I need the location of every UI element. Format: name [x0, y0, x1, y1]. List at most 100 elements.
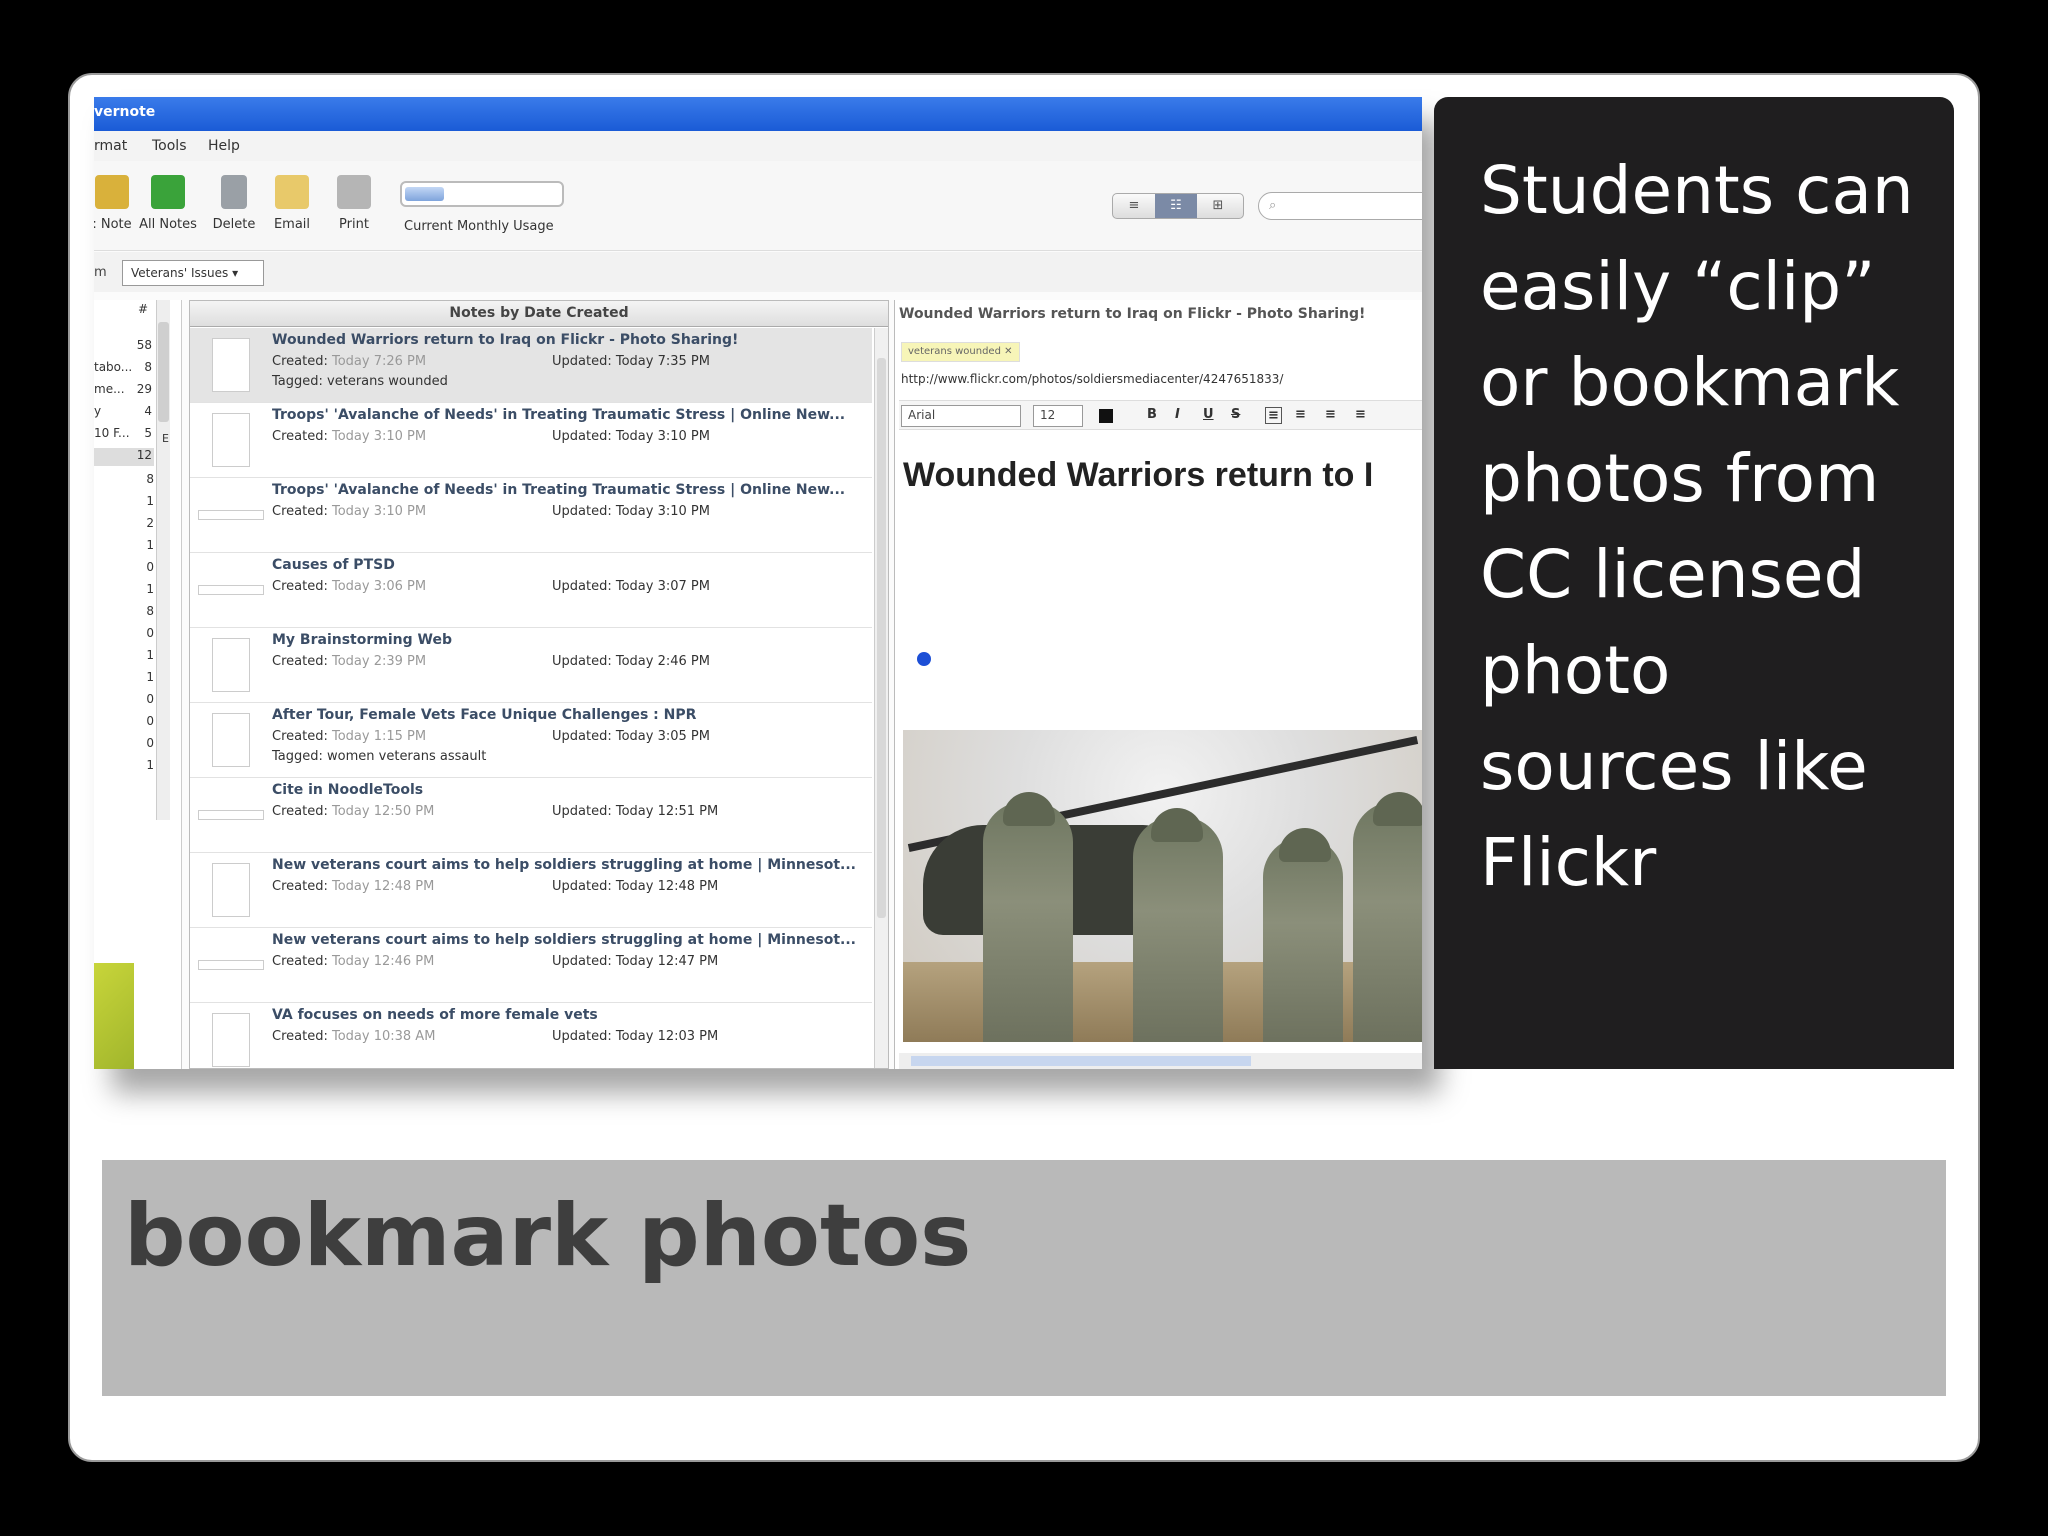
new-note-button[interactable]: : Note — [94, 175, 142, 232]
menu-format[interactable]: rmat — [94, 138, 127, 154]
underline-button[interactable]: U — [1203, 407, 1214, 422]
trash-icon — [221, 175, 247, 209]
align-left-button[interactable]: ≡ — [1265, 407, 1282, 424]
notebook-scrollbar[interactable] — [156, 300, 170, 820]
note-row[interactable]: Causes of PTSD Created: Today 3:06 PM Upda… — [190, 553, 872, 628]
tag-count: 1 — [146, 648, 154, 662]
notebook-row[interactable]: 58 — [94, 338, 154, 356]
tag-count: 1 — [146, 582, 154, 596]
font-select[interactable]: Arial — [901, 405, 1021, 427]
notes-scroll-thumb[interactable] — [877, 358, 886, 918]
print-button[interactable]: Print — [324, 175, 384, 232]
note-row[interactable]: Troops' 'Avalanche of Needs' in Treating… — [190, 403, 872, 478]
note-row[interactable]: New veterans court aims to help soldiers… — [190, 853, 872, 928]
note-title: New veterans court aims to help soldiers… — [272, 857, 856, 873]
toolbar: : Note All Notes Delete Email Print Curr… — [94, 161, 1422, 251]
notes-scrollbar[interactable] — [874, 328, 888, 1068]
notebook-row[interactable]: y4 — [94, 404, 154, 422]
detail-hscrollbar[interactable] — [899, 1053, 1422, 1069]
search-input[interactable]: ⌕ — [1258, 192, 1422, 220]
note-thumbnail — [198, 960, 264, 970]
strike-button[interactable]: S — [1231, 407, 1240, 422]
note-updated: Updated: Today 3:10 PM — [552, 504, 710, 519]
notebook-row[interactable]: tabo... 8 — [94, 360, 154, 378]
soldier-figure — [983, 802, 1073, 1042]
note-updated: Updated: Today 3:05 PM — [552, 729, 710, 744]
note-created: Created: Today 1:15 PM — [272, 729, 427, 744]
note-updated: Updated: Today 7:35 PM — [552, 354, 710, 369]
soldier-figure — [1263, 837, 1343, 1042]
column-sort-icon: # — [138, 302, 149, 316]
callout-text: Students can easily “clip” or bookmark p… — [1480, 152, 1914, 901]
notebook-select[interactable]: Veterans' Issues ▾ — [122, 260, 264, 286]
note-row[interactable]: Troops' 'Avalanche of Needs' in Treating… — [190, 478, 872, 553]
note-updated: Updated: Today 12:47 PM — [552, 954, 719, 969]
thumbnail-view-button[interactable]: ⊞ — [1197, 194, 1239, 218]
notebook-column: # 58 tabo... 8 me... 29 y4 10 F... 5 12 8 1… — [94, 300, 182, 1069]
tag-count: 1 — [146, 670, 154, 684]
note-title: After Tour, Female Vets Face Unique Chal… — [272, 707, 697, 723]
notebook-scroll-thumb[interactable] — [158, 322, 169, 422]
note-row[interactable]: My Brainstorming Web Created: Today 2:39 … — [190, 628, 872, 703]
note-row[interactable]: Wounded Warriors return to Iraq on Flick… — [190, 328, 872, 403]
note-created: Created: Today 12:46 PM — [272, 954, 435, 969]
notebook-row[interactable]: me... 29 — [94, 382, 154, 400]
callout-panel: Students can easily “clip” or bookmark p… — [1434, 97, 1954, 1069]
note-updated: Updated: Today 12:51 PM — [552, 804, 719, 819]
notes-list: Notes by Date Created Wounded Warriors r… — [189, 300, 889, 1069]
tag-count: 1 — [146, 538, 154, 552]
note-created: Created: Today 7:26 PM — [272, 354, 427, 369]
note-thumbnail — [212, 638, 250, 692]
tag-count: 0 — [146, 692, 154, 706]
note-row[interactable]: Cite in NoodleTools Created: Today 12:50 … — [190, 778, 872, 853]
ad-thumbnail-image — [94, 963, 134, 1069]
note-thumbnail — [212, 1013, 250, 1067]
usage-label: Current Monthly Usage — [404, 219, 554, 234]
menu-help[interactable]: Help — [208, 138, 240, 154]
note-updated: Updated: Today 12:03 PM — [552, 1029, 719, 1044]
note-row[interactable]: New veterans court aims to help soldiers… — [190, 928, 872, 1003]
helmet — [1373, 792, 1422, 826]
note-title: Causes of PTSD — [272, 557, 395, 573]
text-color-swatch[interactable] — [1099, 409, 1113, 423]
note-thumbnail — [212, 413, 250, 467]
filter-bar: m Veterans' Issues ▾ — [94, 252, 1422, 292]
usage-fill — [405, 187, 444, 201]
tag-count: 0 — [146, 714, 154, 728]
soldier-figure — [1353, 802, 1422, 1042]
bold-button[interactable]: B — [1147, 407, 1157, 422]
note-created: Created: Today 12:48 PM — [272, 879, 435, 894]
note-title: New veterans court aims to help soldiers… — [272, 932, 856, 948]
note-title: VA focuses on needs of more female vets — [272, 1007, 598, 1023]
note-row[interactable]: After Tour, Female Vets Face Unique Chal… — [190, 703, 872, 778]
app-title: vernote — [94, 104, 156, 120]
list-view-button[interactable]: ≡ — [1113, 194, 1155, 218]
italic-button[interactable]: I — [1175, 407, 1180, 422]
source-url[interactable]: http://www.flickr.com/photos/soldiersmed… — [901, 372, 1283, 386]
justify-button[interactable]: ≡ — [1355, 407, 1366, 422]
note-created: Created: Today 12:50 PM — [272, 804, 435, 819]
note-created: Created: Today 3:10 PM — [272, 504, 427, 519]
note-row[interactable]: VA focuses on needs of more female vets C… — [190, 1003, 872, 1069]
note-updated: Updated: Today 3:10 PM — [552, 429, 710, 444]
tag-count: 1 — [146, 494, 154, 508]
delete-button[interactable]: Delete — [204, 175, 264, 232]
menu-bar: rmat Tools Help — [94, 131, 1422, 161]
all-notes-icon — [151, 175, 185, 209]
tag-chip[interactable]: veterans wounded ✕ — [901, 342, 1020, 362]
align-right-button[interactable]: ≡ — [1325, 407, 1336, 422]
new-note-icon — [95, 175, 129, 209]
view-toggle: ≡ ☷ ⊞ — [1112, 193, 1244, 219]
helmet — [1003, 792, 1055, 826]
menu-tools[interactable]: Tools — [152, 138, 187, 154]
notebook-row-selected[interactable]: 12 — [94, 448, 154, 466]
font-size-select[interactable]: 12 — [1033, 405, 1083, 427]
notes-list-header[interactable]: Notes by Date Created — [190, 301, 888, 327]
email-button[interactable]: Email — [262, 175, 322, 232]
all-notes-button[interactable]: All Notes — [138, 175, 198, 232]
note-detail-title[interactable]: Wounded Warriors return to Iraq on Flick… — [899, 306, 1365, 322]
align-center-button[interactable]: ≡ — [1295, 407, 1306, 422]
detail-hscroll-thumb[interactable] — [911, 1056, 1251, 1066]
snippet-view-button[interactable]: ☷ — [1155, 194, 1197, 218]
notebook-row[interactable]: 10 F... 5 — [94, 426, 154, 444]
